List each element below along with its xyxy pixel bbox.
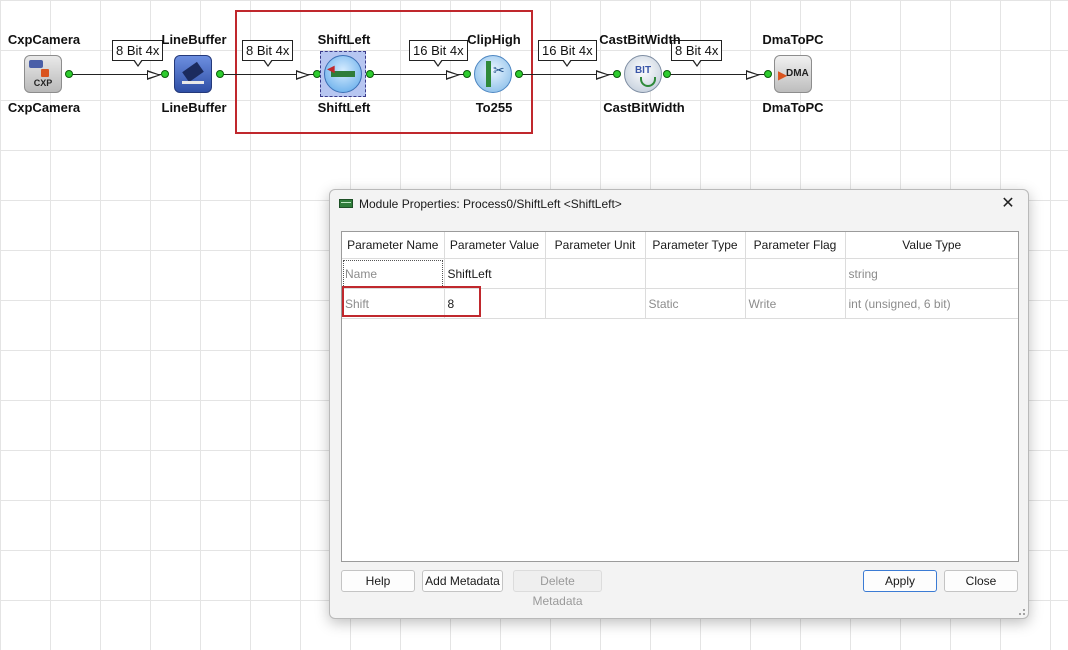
module-top-label: ShiftLeft bbox=[317, 32, 371, 47]
module-properties-dialog: Module Properties: Process0/ShiftLeft <S… bbox=[329, 189, 1029, 619]
input-port[interactable] bbox=[161, 70, 169, 78]
help-button[interactable]: Help bbox=[341, 570, 415, 592]
module-top-label: DmaToPC bbox=[762, 32, 824, 47]
input-port[interactable] bbox=[764, 70, 772, 78]
cell-value-type: int (unsigned, 6 bit) bbox=[845, 288, 1018, 319]
column-header[interactable]: Parameter Type bbox=[645, 232, 746, 259]
cell-parameter-type bbox=[645, 258, 746, 289]
clip-high-icon[interactable]: ✂ bbox=[474, 55, 512, 93]
link-label[interactable]: 8 Bit 4x bbox=[112, 40, 164, 67]
column-header[interactable]: Parameter Value bbox=[444, 232, 546, 259]
apply-button[interactable]: Apply bbox=[863, 570, 937, 592]
arrow-head bbox=[746, 70, 760, 80]
link-label[interactable]: 16 Bit 4x bbox=[409, 40, 468, 67]
resize-grip-icon[interactable] bbox=[1016, 606, 1026, 616]
dialog-title: Module Properties: Process0/ShiftLeft <S… bbox=[359, 197, 622, 211]
module-top-label: LineBuffer bbox=[161, 32, 227, 47]
module-bottom-label: ShiftLeft bbox=[317, 100, 371, 115]
module-top-label: CastBitWidth bbox=[599, 32, 681, 47]
cell-parameter-flag: Write bbox=[745, 288, 846, 319]
cell-parameter-unit bbox=[545, 288, 646, 319]
cell-parameter-type: Static bbox=[645, 288, 746, 319]
shift-left-icon[interactable]: ◀ bbox=[324, 55, 362, 93]
input-port[interactable] bbox=[613, 70, 621, 78]
arrow-head bbox=[147, 70, 161, 80]
highlight-box-shift-parameter bbox=[342, 286, 481, 317]
output-port[interactable] bbox=[65, 70, 73, 78]
icon-text: DMA bbox=[786, 68, 809, 79]
add-metadata-button[interactable]: Add Metadata bbox=[422, 570, 503, 592]
cxp-camera-icon[interactable]: CXP bbox=[24, 55, 62, 93]
link-label[interactable]: 8 Bit 4x bbox=[242, 40, 294, 67]
cell-parameter-name: Name bbox=[342, 258, 445, 289]
input-port[interactable] bbox=[463, 70, 471, 78]
arrow-head bbox=[296, 70, 310, 80]
cell-value-type: string bbox=[845, 258, 1018, 289]
cell-parameter-value[interactable]: ShiftLeft bbox=[444, 258, 546, 289]
cell-parameter-flag bbox=[745, 258, 846, 289]
module-bottom-label: CxpCamera bbox=[7, 100, 81, 115]
module-icon bbox=[339, 199, 353, 208]
table-row[interactable]: Name ShiftLeft string bbox=[342, 258, 1018, 289]
line-buffer-icon[interactable] bbox=[174, 55, 212, 93]
module-bottom-label: To255 bbox=[475, 100, 513, 115]
cast-bit-width-icon[interactable]: BIT bbox=[624, 55, 662, 93]
output-port[interactable] bbox=[366, 70, 374, 78]
cell-parameter-unit bbox=[545, 258, 646, 289]
arrow-head bbox=[446, 70, 460, 80]
column-header[interactable]: Parameter Name bbox=[342, 232, 445, 259]
close-button[interactable]: Close bbox=[944, 570, 1018, 592]
table-header-row: Parameter Name Parameter Value Parameter… bbox=[342, 232, 1018, 259]
output-port[interactable] bbox=[663, 70, 671, 78]
module-top-label: ClipHigh bbox=[467, 32, 521, 47]
column-header[interactable]: Parameter Flag bbox=[745, 232, 846, 259]
icon-text: CXP bbox=[33, 78, 53, 88]
output-port[interactable] bbox=[515, 70, 523, 78]
module-top-label: CxpCamera bbox=[7, 32, 81, 47]
module-bottom-label: LineBuffer bbox=[161, 100, 227, 115]
arrow-head bbox=[596, 70, 610, 80]
module-bottom-label: CastBitWidth bbox=[603, 100, 685, 115]
column-header[interactable]: Value Type bbox=[845, 232, 1018, 259]
module-bottom-label: DmaToPC bbox=[762, 100, 824, 115]
dma-icon[interactable]: ▶ DMA bbox=[774, 55, 812, 93]
parameter-table: Parameter Name Parameter Value Parameter… bbox=[341, 231, 1019, 562]
close-icon[interactable]: ✕ bbox=[996, 193, 1020, 215]
output-port[interactable] bbox=[216, 70, 224, 78]
column-header[interactable]: Parameter Unit bbox=[545, 232, 646, 259]
delete-metadata-button[interactable]: Delete Metadata bbox=[513, 570, 602, 608]
link-label[interactable]: 16 Bit 4x bbox=[538, 40, 597, 67]
icon-text: BIT bbox=[634, 65, 652, 76]
